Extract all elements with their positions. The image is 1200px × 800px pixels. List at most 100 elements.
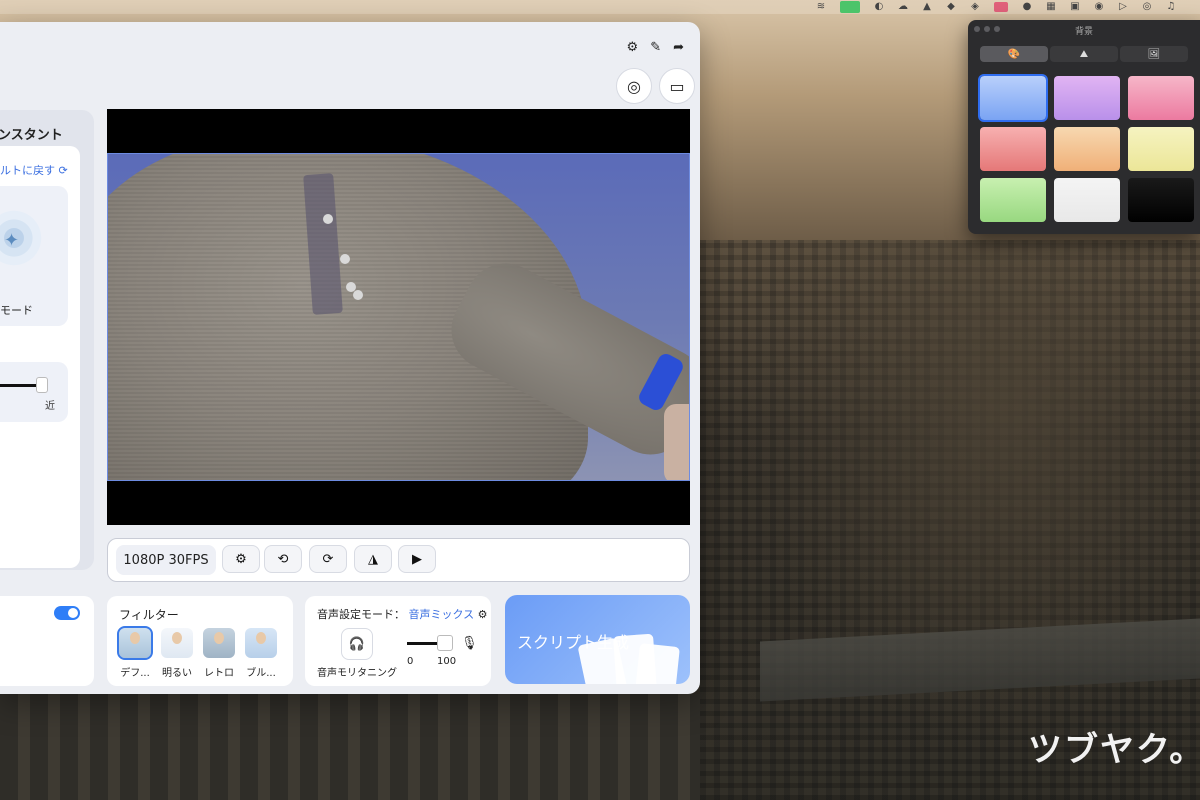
- distance-slider-handle[interactable]: [36, 377, 48, 393]
- flip-button[interactable]: ▶: [398, 545, 436, 573]
- sweater-button: [353, 290, 363, 300]
- desktop-wallpaper-foreground: [0, 694, 700, 800]
- watermark-logo: ツブヤク。: [1028, 730, 1200, 770]
- script-generate-label: スクリプト生成: [517, 633, 630, 652]
- filter-item-retro[interactable]: レトロ: [203, 628, 237, 684]
- sweater-button: [340, 254, 350, 264]
- screen-cast-icon: ▭: [669, 76, 685, 96]
- menubar-app-icon[interactable]: ≋: [816, 2, 826, 12]
- image-icon: 🖼: [1147, 48, 1161, 60]
- flip-icon: ▶: [412, 551, 422, 567]
- filter-label: デフ...: [120, 668, 150, 679]
- window-toolbar: ⚙ ✎ ➦: [627, 40, 684, 55]
- headphones-icon[interactable]: ♫: [1166, 2, 1176, 12]
- menubar-app-icon[interactable]: ●: [1022, 2, 1032, 12]
- cloud-icon[interactable]: ☁: [898, 2, 908, 12]
- person-icon: ✦: [4, 230, 20, 251]
- menubar-app-icon[interactable]: ▦: [1046, 2, 1056, 12]
- camera-preview[interactable]: [107, 109, 690, 525]
- webcam-button[interactable]: ◎: [616, 68, 652, 104]
- reset-default-link[interactable]: ルトに戻す ⟳: [0, 162, 68, 178]
- filter-item-bright[interactable]: 明るい: [161, 628, 195, 684]
- audio-mode-label: 音声設定モード：: [317, 608, 405, 621]
- background-panel-title: 背景: [1074, 27, 1093, 37]
- sweater-button: [323, 214, 333, 224]
- dropbox-icon[interactable]: ◈: [970, 2, 980, 12]
- settings-icon[interactable]: ⚙: [627, 40, 639, 55]
- pin-icon[interactable]: ✎: [650, 40, 661, 55]
- menubar-app-icon[interactable]: ◎: [1142, 2, 1152, 12]
- menubar-app-icon[interactable]: ▣: [1070, 2, 1080, 12]
- camera-preview-video: [107, 153, 690, 481]
- audio-panel: 音声設定モード： 音声ミックス ⚙ 🎧 音声モリタニング 0 100 🎙: [305, 596, 491, 686]
- filter-item-blue[interactable]: ブル...: [245, 628, 279, 684]
- audio-mode-row: 音声設定モード： 音声ミックス ⚙: [317, 606, 488, 622]
- mode-label: モード: [0, 304, 33, 317]
- assistant-panel-body: ルトに戻す ⟳ ✦ モード 近: [0, 146, 80, 568]
- feature-toggle-switch[interactable]: [54, 606, 80, 620]
- reset-default-label: ルトに戻す: [0, 164, 55, 177]
- background-swatch[interactable]: [1128, 178, 1194, 222]
- audio-monitoring-button[interactable]: 🎧: [341, 628, 373, 660]
- background-swatch[interactable]: [980, 178, 1046, 222]
- audio-mode-value[interactable]: 音声ミックス: [409, 608, 475, 621]
- menubar-app-icon[interactable]: ▲: [922, 2, 932, 12]
- feature-toggle-card: [0, 596, 94, 686]
- filter-label: ブル...: [246, 668, 276, 679]
- resolution-selector[interactable]: 1080P 30FPS: [116, 545, 216, 575]
- volume-max-label: 100: [437, 656, 457, 667]
- tab-color-palette[interactable]: 🎨: [980, 46, 1048, 62]
- background-picker-panel: 背景 🎨 ⛰ 🖼: [968, 20, 1200, 234]
- webcam-icon: ◎: [627, 76, 641, 96]
- palette-icon: 🎨: [1007, 48, 1021, 60]
- filter-panel: フィルター デフ... 明るい レトロ ブル...: [107, 596, 293, 686]
- gear-icon: ⚙: [235, 551, 247, 567]
- background-swatch[interactable]: [1128, 127, 1194, 171]
- microphone-icon[interactable]: 🎙: [461, 636, 478, 651]
- mirror-button[interactable]: ◮: [354, 545, 392, 573]
- volume-slider-handle[interactable]: [437, 635, 453, 651]
- mode-option[interactable]: ✦ モード: [0, 186, 68, 326]
- share-icon[interactable]: ➦: [673, 40, 684, 55]
- refresh-icon: ⟳: [58, 164, 68, 177]
- screen-cast-button[interactable]: ▭: [659, 68, 695, 104]
- background-swatch[interactable]: [1128, 76, 1194, 120]
- menubar-app-icon[interactable]: ◉: [1094, 2, 1104, 12]
- background-swatch[interactable]: [980, 127, 1046, 171]
- background-swatch[interactable]: [1054, 76, 1120, 120]
- camera-settings-button[interactable]: ⚙: [222, 545, 260, 573]
- background-swatch[interactable]: [1054, 178, 1120, 222]
- play-icon[interactable]: ▷: [1118, 2, 1128, 12]
- script-page-illustration: [634, 643, 680, 684]
- audio-monitoring-label: 音声モリタニング: [317, 668, 397, 679]
- camera-app-window: ⚙ ✎ ➦ ◎ ▭ ンスタント ルトに戻す ⟳ ✦ モード 近 1080P 30…: [0, 22, 700, 694]
- menubar-app-icon[interactable]: [994, 2, 1008, 12]
- rotate-right-icon: ⟳: [322, 551, 334, 567]
- camera-control-bar: 1080P 30FPS ⚙ ⟲ ⟳ ◮ ▶: [107, 538, 690, 582]
- distance-slider-card: 近: [0, 362, 68, 422]
- assistant-panel: ンスタント ルトに戻す ⟳ ✦ モード 近: [0, 110, 94, 570]
- audio-settings-icon[interactable]: ⚙: [478, 608, 488, 621]
- rotate-left-icon: ⟲: [277, 551, 289, 567]
- filter-thumbnail: [161, 628, 193, 658]
- menubar-active-app-icon[interactable]: [840, 1, 860, 13]
- menubar-app-icon[interactable]: ◐: [874, 2, 884, 12]
- volume-min-label: 0: [407, 656, 414, 667]
- rotate-right-button[interactable]: ⟳: [309, 545, 347, 573]
- script-generate-button[interactable]: スクリプト生成: [505, 595, 690, 684]
- tab-image[interactable]: 🖼: [1120, 46, 1188, 62]
- headphones-icon: 🎧: [348, 636, 366, 652]
- distance-slider-end-label: 近: [45, 401, 55, 412]
- assistant-title: ンスタント: [0, 128, 63, 143]
- menu-bar: ≋ ◐ ☁ ▲ ◆ ◈ ● ▦ ▣ ◉ ▷ ◎ ♫: [0, 0, 1200, 14]
- background-swatch[interactable]: [978, 74, 1048, 122]
- filter-label: レトロ: [204, 668, 234, 679]
- background-swatch[interactable]: [1054, 127, 1120, 171]
- desktop-wallpaper-city: [700, 240, 1200, 800]
- menubar-app-icon[interactable]: ◆: [946, 2, 956, 12]
- mirror-icon: ◮: [368, 551, 378, 567]
- rotate-left-button[interactable]: ⟲: [264, 545, 302, 573]
- filter-thumbnail: [117, 626, 153, 660]
- tab-landscape[interactable]: ⛰: [1050, 46, 1118, 62]
- filter-item-default[interactable]: デフ...: [117, 626, 153, 684]
